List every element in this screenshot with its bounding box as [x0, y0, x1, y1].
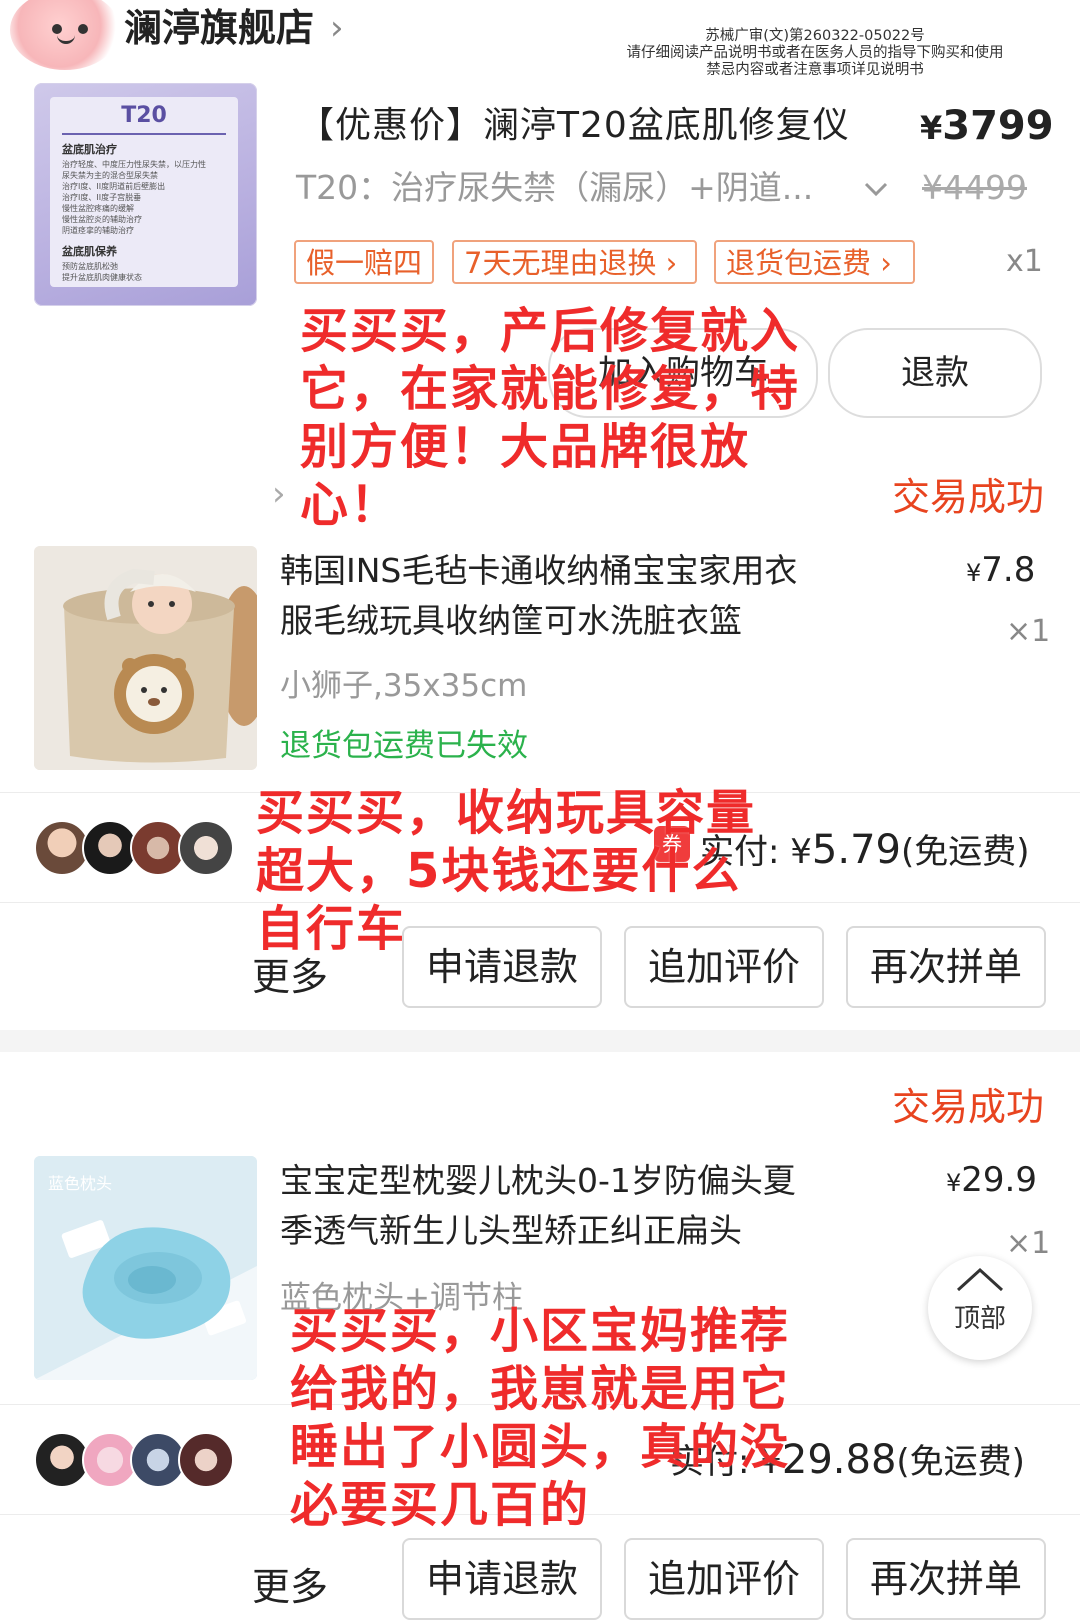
tag-seven-day-return[interactable]: 7天无理由退换 ›: [452, 240, 697, 284]
product-title[interactable]: 【优惠价】澜渟T20盆底肌修复仪: [298, 100, 850, 152]
product-price: ¥29.9: [946, 1160, 1037, 1200]
return-shipping-expired: 退货包运费已失效: [280, 728, 528, 764]
product-info-card: T20 盆底肌治疗 治疗轻度、中度压力性尿失禁，以压力性 尿失禁为主的混合型尿失…: [50, 97, 238, 287]
product-price: ¥7.8: [966, 550, 1035, 590]
chevron-right-icon[interactable]: ›: [330, 6, 344, 50]
section-gap: [0, 1030, 1080, 1052]
product-image-storage-basket[interactable]: [34, 546, 257, 770]
divider: [62, 133, 226, 135]
card-list-item: 提升盆底肌肉健康状态: [62, 273, 142, 282]
chevron-down-icon[interactable]: [862, 166, 890, 223]
price-value: 3799: [942, 103, 1054, 149]
product-image-baby-pillow[interactable]: 蓝色枕头: [34, 1156, 257, 1380]
card-list: 预防盆底肌松弛 提升盆底肌肉健康状态: [62, 261, 232, 283]
back-to-top-label: 顶部: [953, 1304, 1006, 1334]
store-logo[interactable]: [10, 0, 120, 70]
order-status: 交易成功: [891, 1085, 1044, 1129]
shipping-note: (免运费): [900, 832, 1030, 872]
card-list-item: 预防盆底肌松弛: [62, 262, 118, 271]
shipping-note: (免运费): [896, 1442, 1025, 1482]
logo-eye-icon: [78, 24, 88, 34]
card-section-title: 盆底肌保养: [62, 245, 117, 258]
tag-return-shipping[interactable]: 退货包运费 ›: [714, 240, 915, 284]
rebuy-group-button[interactable]: 再次拼单: [846, 926, 1046, 1008]
back-to-top-button[interactable]: 顶部: [928, 1256, 1032, 1360]
chevron-right-icon: ›: [272, 474, 286, 514]
review-overlay-text: 买买买，小区宝妈推荐 给我的，我崽就是用它 睡出了小圆头，真的没 必要买几百的: [290, 1303, 791, 1533]
notice-line: 请仔细阅读产品说明书或者在医务人员的指导下购买和使用: [626, 45, 1004, 61]
product-price: ¥3799: [920, 100, 1054, 154]
review-overlay-text: 买买买，收纳玩具容量 超大，5块钱还要什么 自行车: [256, 785, 757, 957]
product-title-line[interactable]: 服毛绒玩具收纳筐可水洗脏衣篮: [280, 596, 742, 646]
quantity: ×1: [1006, 614, 1051, 649]
image-label: 蓝色枕头: [48, 1174, 113, 1193]
price-value: 7.8: [981, 550, 1036, 590]
product-title-line[interactable]: 韩国INS毛毡卡通收纳桶宝宝家用衣: [280, 546, 797, 596]
tag-fake-compensation[interactable]: 假一赔四: [294, 240, 434, 284]
refund-button[interactable]: 退款: [828, 328, 1042, 418]
notice-line: 禁忌内容或者注意事项详见说明书: [706, 62, 924, 78]
currency-symbol: ¥: [966, 559, 982, 587]
logo-mouth-icon: [57, 32, 75, 44]
card-list-item: 慢性盆腔炎的辅助治疗: [62, 215, 142, 224]
add-review-button[interactable]: 追加评价: [624, 1538, 824, 1620]
buyer-avatar: [178, 820, 234, 876]
buyer-avatar: [178, 1432, 234, 1488]
chevron-up-icon: [956, 1267, 1004, 1292]
rebuy-group-button[interactable]: 再次拼单: [846, 1538, 1046, 1620]
card-list: 治疗轻度、中度压力性尿失禁，以压力性 尿失禁为主的混合型尿失禁 治疗I度、II度…: [62, 159, 232, 236]
card-list-item: 阴道痉挛的辅助治疗: [62, 226, 134, 235]
review-overlay-text: 买买买，产后修复就入 它，在家就能修复，特 别方便！大品牌很放 心！: [300, 303, 801, 533]
currency-symbol: ¥: [946, 1169, 962, 1197]
product-title-line[interactable]: 宝宝定型枕婴儿枕头0-1岁防偏头夏: [280, 1156, 796, 1206]
price-value: 29.9: [961, 1160, 1037, 1200]
original-price: ¥4499: [922, 168, 1027, 207]
quantity: x1: [1006, 244, 1043, 279]
card-list-item: 治疗I度、II度子宫脱垂: [62, 193, 142, 202]
more-link[interactable]: 更多: [252, 1556, 328, 1611]
regulatory-notice: 苏械广审(文)第260322-05022号 请仔细阅读产品说明书或者在医务人员的…: [600, 28, 1030, 79]
paid-value: 5.79: [811, 827, 901, 873]
card-section-title: 盆底肌治疗: [62, 143, 117, 156]
apply-refund-button[interactable]: 申请退款: [402, 1538, 602, 1620]
card-list-item: 治疗I度、II度阴道前后壁膨出: [62, 182, 166, 191]
card-list-item: 尿失禁为主的混合型尿失禁: [62, 171, 158, 180]
card-list-item: 慢性盆腔疼痛的缓解: [62, 204, 134, 213]
product-image-t20[interactable]: T20 盆底肌治疗 治疗轻度、中度压力性尿失禁，以压力性 尿失禁为主的混合型尿失…: [34, 83, 257, 306]
card-list-item: 治疗轻度、中度压力性尿失禁，以压力性: [62, 160, 206, 169]
product-title-line[interactable]: 季透气新生儿头型矫正纠正扁头: [280, 1206, 742, 1256]
store-name[interactable]: 澜渟旗舰店: [124, 4, 314, 52]
order-status: 交易成功: [891, 475, 1044, 519]
product-spec: 小狮子,35x35cm: [280, 668, 528, 704]
product-model-label: T20: [121, 103, 167, 128]
currency-symbol: ¥: [920, 109, 943, 147]
notice-line: 苏械广审(文)第260322-05022号: [705, 28, 925, 44]
product-spec-select[interactable]: T20：治疗尿失禁（漏尿）+阴道...: [296, 166, 813, 210]
